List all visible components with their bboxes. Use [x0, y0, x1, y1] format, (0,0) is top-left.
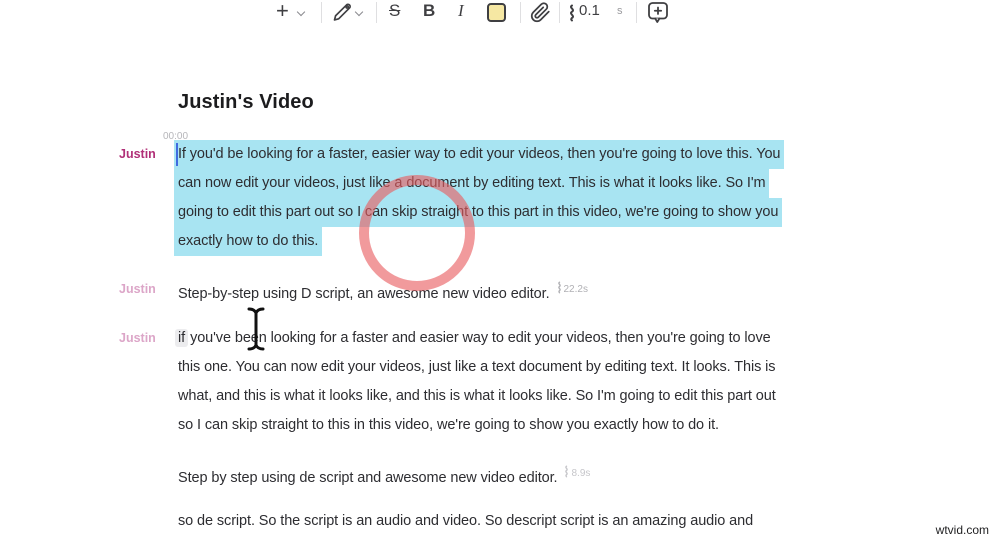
bold-button[interactable]: B — [423, 1, 435, 21]
transcript-paragraph[interactable]: Step-by-step using D script, an awesome … — [178, 275, 588, 304]
pen-style-button[interactable] — [332, 2, 352, 27]
transcript-text[interactable]: this one. You can now edit your videos, … — [178, 359, 776, 375]
document-title[interactable]: Justin's Video — [178, 91, 314, 114]
add-comment-button[interactable] — [647, 1, 669, 29]
gap-duration-badge[interactable]: 22.2s — [556, 281, 588, 295]
word-gap-squiggle-icon — [570, 4, 574, 22]
highlight-button[interactable] — [487, 3, 506, 22]
toolbar-divider — [636, 2, 637, 23]
gap-threshold-value[interactable]: 0.1 — [579, 2, 600, 19]
comment-add-icon — [648, 2, 668, 23]
transcript-text[interactable]: so I can skip straight to this in this v… — [178, 417, 719, 433]
transcript-paragraph[interactable]: if you've been looking for a faster and e… — [175, 324, 776, 440]
transcript-paragraph[interactable]: so de script. So the script is an audio … — [178, 507, 753, 536]
transcript-text[interactable]: Step-by-step using D script, an awesome … — [178, 286, 550, 302]
toolbar-divider — [520, 2, 521, 23]
highlighted-text-line[interactable]: can now edit your videos, just like a do… — [174, 169, 770, 198]
plus-icon: + — [276, 0, 289, 23]
word-gap-squiggle-icon — [557, 281, 561, 294]
bold-icon: B — [423, 1, 436, 20]
speaker-label[interactable]: Justin — [119, 282, 156, 296]
transcript-text[interactable]: Step by step using de script and awesome… — [178, 470, 558, 486]
hovered-word[interactable]: if — [175, 329, 189, 347]
descript-editor-window: + S B I 0.1 s Justin's Video 00:00 Justi… — [0, 0, 1000, 541]
text-caret — [176, 143, 178, 166]
chevron-down-icon[interactable] — [356, 9, 363, 16]
strikethrough-icon: S — [389, 1, 401, 20]
highlighted-text-line[interactable]: If you'd be looking for a faster, easier… — [174, 140, 785, 169]
transcript-text[interactable]: what, and this is what it looks like, an… — [178, 388, 776, 404]
highlighted-text-line[interactable]: going to edit this part out so I can ski… — [174, 198, 783, 227]
italic-button[interactable]: I — [458, 1, 464, 21]
toolbar-divider — [559, 2, 560, 23]
attachment-button[interactable] — [530, 2, 551, 28]
transcript-paragraph[interactable]: Step by step using de script and awesome… — [178, 459, 590, 488]
strikethrough-button[interactable]: S — [389, 1, 400, 21]
highlighted-text-line[interactable]: exactly how to do this. — [174, 227, 323, 256]
word-gap-squiggle-icon — [565, 465, 569, 478]
speaker-label[interactable]: Justin — [119, 147, 156, 161]
pen-icon — [333, 3, 351, 21]
speaker-label[interactable]: Justin — [119, 331, 156, 345]
paperclip-icon — [530, 2, 550, 23]
seconds-unit-label: s — [617, 5, 623, 17]
transcript-text[interactable]: so de script. So the script is an audio … — [178, 513, 753, 529]
gap-duration-badge[interactable]: 8.9s — [563, 465, 590, 479]
toolbar-divider — [376, 2, 377, 23]
word-gap-control[interactable] — [566, 4, 577, 27]
transcript-text[interactable]: you've been looking for a faster and eas… — [190, 330, 771, 346]
toolbar-divider — [321, 2, 322, 23]
transcript-paragraph[interactable]: If you'd be looking for a faster, easier… — [174, 140, 785, 256]
watermark: wtvid.com — [935, 523, 989, 537]
insert-button[interactable]: + — [276, 0, 289, 23]
italic-icon: I — [458, 1, 464, 20]
formatting-toolbar: + S B I 0.1 s — [0, 0, 1000, 27]
chevron-down-icon[interactable] — [298, 9, 305, 16]
